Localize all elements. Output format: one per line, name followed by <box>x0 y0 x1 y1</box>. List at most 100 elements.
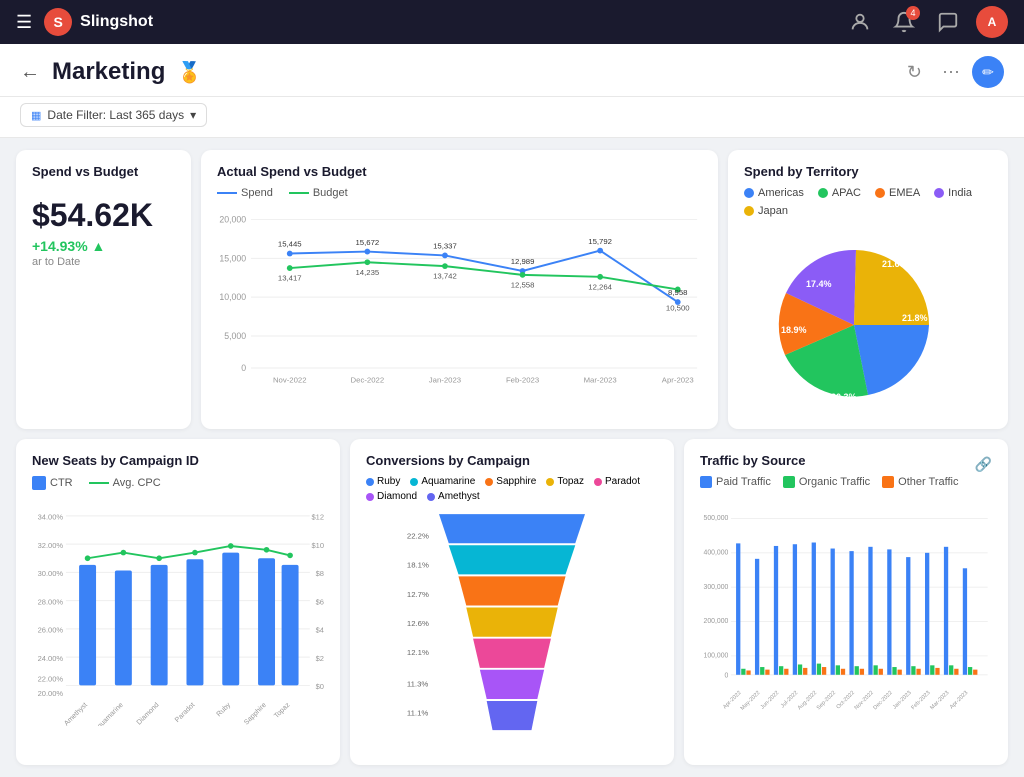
more-options-button[interactable]: ⋯ <box>942 62 960 83</box>
spend-vs-budget-title: Spend vs Budget <box>32 164 175 179</box>
legend-organic: Organic Traffic <box>783 476 870 488</box>
refresh-button[interactable]: ↻ <box>907 62 922 83</box>
svg-text:20,000: 20,000 <box>219 214 246 224</box>
notifications-icon[interactable]: 4 <box>888 6 920 38</box>
svg-text:500,000: 500,000 <box>704 515 729 522</box>
svg-text:12,989: 12,989 <box>511 257 535 266</box>
svg-text:34.00%: 34.00% <box>38 513 64 522</box>
svg-text:Ruby: Ruby <box>216 701 233 718</box>
svg-text:13,417: 13,417 <box>278 274 302 283</box>
svg-text:Jan-2023: Jan-2023 <box>429 376 461 385</box>
chart-legend: Spend Budget <box>217 187 702 199</box>
svg-text:28.00%: 28.00% <box>38 597 64 606</box>
svg-text:20.3%: 20.3% <box>831 392 857 402</box>
funnel-legend: Ruby Aquamarine Sapphire Topaz Paradot <box>366 476 658 502</box>
legend-cpc-label: Avg. CPC <box>113 477 161 489</box>
svg-text:22.00%: 22.00% <box>38 675 64 684</box>
legend-diamond-label: Diamond <box>377 491 417 502</box>
svg-text:$6: $6 <box>316 597 324 606</box>
svg-text:12,264: 12,264 <box>588 282 612 291</box>
legend-ruby: Ruby <box>366 476 400 487</box>
link-icon[interactable]: 🔗 <box>975 456 992 473</box>
legend-other: Other Traffic <box>882 476 958 488</box>
svg-text:21.8%: 21.8% <box>902 313 928 323</box>
svg-text:Sapphire: Sapphire <box>243 702 268 726</box>
legend-paid: Paid Traffic <box>700 476 771 488</box>
users-nav-icon[interactable] <box>844 6 876 38</box>
svg-text:$8: $8 <box>316 569 324 578</box>
svg-text:$0: $0 <box>316 682 324 691</box>
svg-text:$4: $4 <box>316 626 324 635</box>
new-seats-legend: CTR Avg. CPC <box>32 476 324 490</box>
svg-text:Jun-2022: Jun-2022 <box>760 690 781 711</box>
legend-spend-label: Spend <box>241 187 273 199</box>
date-filter-button[interactable]: ▦ Date Filter: Last 365 days ▾ <box>20 103 207 127</box>
svg-text:30.00%: 30.00% <box>38 569 64 578</box>
hamburger-icon[interactable]: ☰ <box>16 12 32 33</box>
legend-amethyst: Amethyst <box>427 491 480 502</box>
svg-text:17.4%: 17.4% <box>806 279 832 289</box>
svg-text:Nov-2022: Nov-2022 <box>854 690 875 711</box>
legend-apac-label: APAC <box>832 187 861 199</box>
svg-text:11.1%: 11.1% <box>407 709 429 718</box>
svg-text:12.6%: 12.6% <box>407 619 429 628</box>
legend-aquamarine-label: Aquamarine <box>421 476 475 487</box>
user-avatar[interactable]: A <box>976 6 1008 38</box>
app-logo: S Slingshot <box>44 8 153 36</box>
svg-text:Mar-2023: Mar-2023 <box>929 690 950 711</box>
legend-other-label: Other Traffic <box>898 476 958 488</box>
funnel-chart: 22.2% 18.1% 12.7% 12.6% 12.1% 11.3% 11.1… <box>366 506 658 746</box>
svg-text:14,235: 14,235 <box>355 268 379 277</box>
svg-text:15,000: 15,000 <box>219 253 246 263</box>
filter-icon: ▦ <box>31 109 41 122</box>
spend-change: +14.93% ▲ <box>32 238 175 254</box>
legend-paradot-label: Paradot <box>605 476 640 487</box>
filter-bar: ▦ Date Filter: Last 365 days ▾ <box>0 97 1024 138</box>
legend-topaz-label: Topaz <box>557 476 584 487</box>
svg-text:15,672: 15,672 <box>355 238 379 247</box>
chevron-down-icon: ▾ <box>190 108 196 122</box>
top-navigation: ☰ S Slingshot 4 A <box>0 0 1024 44</box>
svg-text:Amethyst: Amethyst <box>63 702 89 726</box>
actual-spend-title: Actual Spend vs Budget <box>217 164 702 179</box>
traffic-by-source-title: Traffic by Source <box>700 453 805 468</box>
legend-india-label: India <box>948 187 972 199</box>
legend-apac: APAC <box>818 187 861 199</box>
spend-vs-budget-card: Spend vs Budget $54.62K +14.93% ▲ ar to … <box>16 150 191 429</box>
legend-cpc: Avg. CPC <box>89 476 161 490</box>
legend-paradot: Paradot <box>594 476 640 487</box>
row-2: New Seats by Campaign ID CTR Avg. CPC 34… <box>16 439 1008 765</box>
legend-diamond: Diamond <box>366 491 417 502</box>
back-button[interactable]: ← <box>20 61 40 84</box>
svg-text:18.9%: 18.9% <box>781 325 807 335</box>
svg-text:15,445: 15,445 <box>278 240 302 249</box>
svg-text:Sep-2022: Sep-2022 <box>816 690 837 711</box>
chat-icon[interactable] <box>932 6 964 38</box>
legend-organic-label: Organic Traffic <box>799 476 870 488</box>
svg-text:Diamond: Diamond <box>136 702 161 726</box>
svg-text:32.00%: 32.00% <box>38 541 64 550</box>
dashboard: Spend vs Budget $54.62K +14.93% ▲ ar to … <box>0 138 1024 777</box>
svg-text:Dec-2022: Dec-2022 <box>351 376 385 385</box>
svg-text:5,000: 5,000 <box>224 331 246 341</box>
svg-text:12,558: 12,558 <box>511 280 535 289</box>
svg-text:Aug-2022: Aug-2022 <box>797 690 818 711</box>
svg-text:Apr-2023: Apr-2023 <box>949 690 969 710</box>
svg-text:Paradot: Paradot <box>174 702 196 724</box>
svg-text:Feb-2023: Feb-2023 <box>506 376 539 385</box>
legend-sapphire-label: Sapphire <box>496 476 536 487</box>
svg-text:$2: $2 <box>316 654 324 663</box>
svg-text:400,000: 400,000 <box>704 550 729 557</box>
filter-label: Date Filter: Last 365 days <box>47 108 184 122</box>
svg-text:20.00%: 20.00% <box>38 689 64 698</box>
legend-aquamarine: Aquamarine <box>410 476 475 487</box>
svg-text:12.7%: 12.7% <box>407 590 429 599</box>
edit-button[interactable]: ✏ <box>972 56 1004 88</box>
svg-text:10,500: 10,500 <box>666 304 690 313</box>
svg-text:21.6%: 21.6% <box>882 259 908 269</box>
page-header: ← Marketing 🏅 ↻ ⋯ ✏ <box>0 44 1024 97</box>
svg-text:200,000: 200,000 <box>704 618 729 625</box>
svg-text:Topaz: Topaz <box>273 701 292 720</box>
legend-ruby-label: Ruby <box>377 476 400 487</box>
svg-text:8,958: 8,958 <box>668 288 687 297</box>
